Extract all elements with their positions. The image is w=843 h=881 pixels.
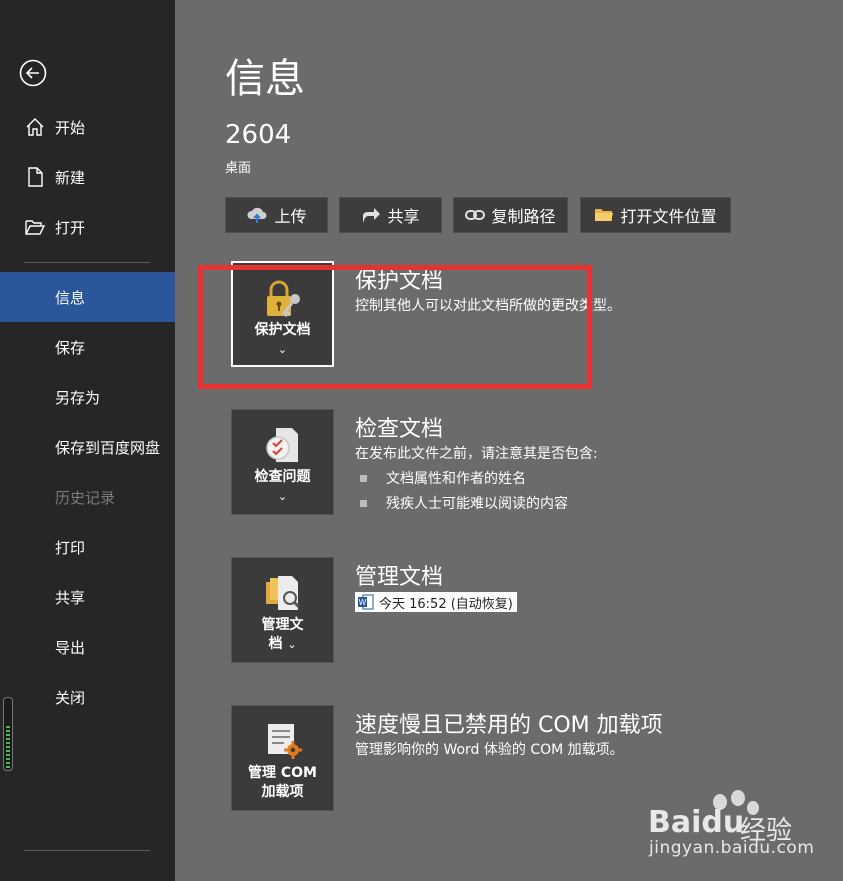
open-file-location-label: 打开文件位置 — [620, 207, 717, 226]
manage-document-tile[interactable]: 管理文 档 ⌄ — [231, 557, 334, 663]
nav-save-to-baidu[interactable]: 保存到百度网盘 — [0, 422, 175, 472]
check-issues-tile-label: 检查问题 ⌄ — [232, 468, 333, 506]
nav-export-label: 导出 — [55, 638, 86, 657]
chevron-down-icon: ⌄ — [287, 638, 297, 651]
document-name: 2604 — [225, 120, 292, 150]
com-section-title: 速度慢且已禁用的 COM 加载项 — [355, 713, 663, 738]
autosave-version-link[interactable]: W 今天 16:52 (自动恢复) — [355, 592, 517, 612]
inspect-section-description: 在发布此文件之前，请注意其是否包含: — [355, 446, 598, 462]
nav-print-label: 打印 — [55, 538, 86, 557]
nav-save-as[interactable]: 另存为 — [0, 372, 175, 422]
upload-button[interactable]: 上传 — [225, 197, 328, 233]
manage-tile-text-1: 管理文 — [261, 617, 304, 633]
upload-label: 上传 — [274, 207, 307, 226]
nav-home-label: 开始 — [55, 118, 86, 137]
nav-divider — [24, 262, 150, 263]
nav-share-label: 共享 — [55, 588, 86, 607]
word-file-icon: W — [358, 594, 374, 610]
open-file-location-button[interactable]: 打开文件位置 — [580, 197, 731, 233]
protect-section-title: 保护文档 — [355, 269, 444, 294]
new-document-icon — [28, 167, 43, 187]
nav-history-label: 历史记录 — [55, 488, 116, 507]
nav-info-label: 信息 — [55, 288, 86, 307]
bullet-square-icon — [360, 474, 367, 482]
nav-home[interactable]: 开始 — [0, 102, 175, 152]
protect-section-description: 控制其他人可以对此文档所做的更改类型。 — [355, 298, 621, 314]
back-button[interactable] — [18, 58, 48, 88]
page-title: 信息 — [225, 56, 305, 102]
home-icon — [26, 118, 44, 136]
com-section-description: 管理影响你的 Word 体验的 COM 加载项。 — [355, 742, 624, 758]
protect-document-tile[interactable]: 保护文档 ⌄ — [231, 261, 334, 367]
inspect-document-icon — [265, 428, 298, 462]
folder-icon — [595, 209, 614, 221]
nav-info[interactable]: 信息 — [0, 272, 175, 322]
upload-cloud-icon — [247, 207, 267, 223]
nav-open[interactable]: 打开 — [0, 202, 175, 252]
inspect-bullet: 文档属性和作者的姓名 — [360, 468, 526, 488]
nav-new[interactable]: 新建 — [0, 152, 175, 202]
chevron-down-icon: ⌄ — [277, 490, 288, 503]
share-label: 共享 — [387, 207, 420, 226]
addins-settings-icon — [267, 724, 302, 759]
check-issues-tile[interactable]: 检查问题 ⌄ — [231, 409, 334, 515]
nav-export[interactable]: 导出 — [0, 622, 175, 672]
nav-open-label: 打开 — [55, 218, 86, 237]
link-icon — [465, 210, 486, 220]
inspect-bullet-text: 残疾人士可能难以阅读的内容 — [386, 496, 568, 512]
protect-document-tile-label: 保护文档 ⌄ — [233, 321, 332, 359]
level-meter — [3, 697, 13, 771]
manage-document-tile-label: 管理文 档 ⌄ — [232, 616, 333, 654]
watermark-url: jingyan.baidu.com — [649, 838, 815, 858]
nav-save-to-baidu-label: 保存到百度网盘 — [55, 438, 161, 457]
share-button[interactable]: 共享 — [339, 197, 442, 233]
document-location: 桌面 — [225, 161, 252, 176]
com-tile-text-1: 管理 COM — [248, 765, 317, 781]
svg-text:W: W — [359, 598, 367, 607]
com-tile-text-2: 加载项 — [261, 784, 304, 800]
inspect-section-title: 检查文档 — [355, 417, 444, 442]
manage-com-addins-tile[interactable]: 管理 COM 加载项 — [231, 705, 334, 811]
protect-tile-text: 保护文档 — [254, 322, 311, 338]
chevron-down-icon: ⌄ — [277, 343, 288, 356]
nav-save-as-label: 另存为 — [55, 388, 101, 407]
nav-print[interactable]: 打印 — [0, 522, 175, 572]
check-issues-tile-text: 检查问题 — [254, 469, 311, 485]
backstage-sidebar: 开始 新建 打开 信息 保存 另存为 保存到百度网盘 历史记录 打印 共享 导出… — [0, 0, 175, 881]
nav-close[interactable]: 关闭 — [0, 672, 175, 722]
inspect-bullet: 残疾人士可能难以阅读的内容 — [360, 493, 568, 513]
watermark-brand: Baidu — [648, 805, 745, 840]
back-arrow-icon — [19, 59, 47, 87]
level-meter-fill — [6, 726, 10, 768]
nav-share[interactable]: 共享 — [0, 572, 175, 622]
nav-divider-bottom — [24, 850, 150, 851]
nav-save-label: 保存 — [55, 338, 86, 357]
manage-document-icon — [265, 576, 300, 610]
nav-history: 历史记录 — [0, 472, 175, 522]
lock-key-icon — [266, 280, 300, 318]
nav-save[interactable]: 保存 — [0, 322, 175, 372]
copy-path-button[interactable]: 复制路径 — [453, 197, 568, 233]
manage-section-title: 管理文档 — [355, 565, 444, 590]
share-icon — [363, 208, 381, 223]
manage-tile-text-2: 档 — [268, 636, 283, 652]
bullet-square-icon — [360, 499, 367, 507]
manage-com-tile-label: 管理 COM 加载项 — [232, 764, 333, 802]
inspect-bullet-text: 文档属性和作者的姓名 — [386, 471, 526, 487]
autosave-version-text: 今天 16:52 (自动恢复) — [379, 596, 513, 612]
copy-path-label: 复制路径 — [491, 207, 556, 226]
nav-new-label: 新建 — [55, 168, 86, 187]
open-folder-icon — [25, 220, 46, 235]
nav-close-label: 关闭 — [55, 688, 86, 707]
